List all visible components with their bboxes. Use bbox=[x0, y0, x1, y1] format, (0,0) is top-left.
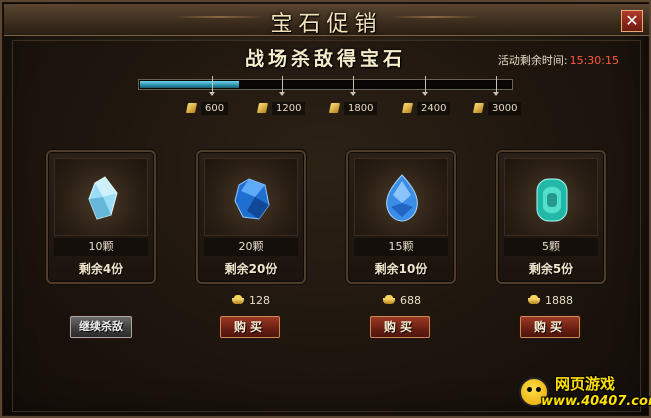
progress-fill bbox=[140, 81, 239, 88]
blue-drop-gem-icon bbox=[386, 174, 418, 222]
kill-token-icon bbox=[257, 102, 268, 114]
window-title: 宝石促销 bbox=[270, 12, 383, 37]
gold-ingot-icon bbox=[381, 294, 397, 306]
price-value: 128 bbox=[249, 293, 270, 307]
milestone-3000: 3000 bbox=[473, 101, 522, 115]
price-tag-3: 688 bbox=[381, 293, 421, 307]
gold-ingot-icon bbox=[526, 294, 542, 306]
remaining-stock: 剩余10份 bbox=[374, 262, 428, 276]
remaining-stock: 剩余20份 bbox=[224, 262, 278, 276]
progress-tick-600 bbox=[209, 76, 215, 96]
milestone-2400: 2400 bbox=[402, 101, 451, 115]
milestone-label: 1200 bbox=[272, 101, 306, 115]
remaining-stock: 剩余4份 bbox=[78, 262, 124, 276]
gem-count: 5颗 bbox=[504, 238, 598, 256]
title-ornament-right bbox=[389, 16, 479, 18]
buy-button-2[interactable]: 购买 bbox=[220, 316, 280, 338]
progress-tick-1800 bbox=[350, 76, 356, 96]
progress-tick-3000 bbox=[493, 76, 499, 96]
kill-token-icon bbox=[402, 102, 413, 114]
buy-button-3[interactable]: 购买 bbox=[370, 316, 430, 338]
gold-ingot-icon bbox=[230, 294, 246, 306]
kill-token-icon bbox=[473, 102, 484, 114]
progress-tick-1200 bbox=[279, 76, 285, 96]
gem-card-3: 15颗 剩余10份 bbox=[346, 150, 456, 284]
price-tag-4: 1888 bbox=[526, 293, 573, 307]
price-value: 688 bbox=[400, 293, 421, 307]
buy-button-4[interactable]: 购买 bbox=[520, 316, 580, 338]
close-button[interactable]: ✕ bbox=[621, 10, 643, 32]
watermark-url: www.40407.com bbox=[541, 394, 651, 409]
gem-card-2: 20颗 剩余20份 bbox=[196, 150, 306, 284]
gem-count: 20颗 bbox=[204, 238, 298, 256]
gem-count: 15颗 bbox=[354, 238, 448, 256]
emerald-gem-icon bbox=[536, 178, 568, 222]
milestone-label: 1800 bbox=[344, 101, 378, 115]
milestone-label: 3000 bbox=[488, 101, 522, 115]
title-bar: 宝石促销 ✕ bbox=[4, 4, 649, 37]
milestone-1200: 1200 bbox=[257, 101, 306, 115]
timer-label: 活动剩余时间: bbox=[497, 54, 568, 67]
remaining-stock: 剩余5份 bbox=[528, 262, 574, 276]
gem-art bbox=[504, 158, 598, 236]
sapphire-gem-icon bbox=[234, 178, 270, 220]
price-tag-2: 128 bbox=[230, 293, 270, 307]
gem-art bbox=[354, 158, 448, 236]
price-value: 1888 bbox=[545, 293, 573, 307]
site-watermark: 网页游戏 www.40407.com bbox=[519, 371, 651, 415]
kill-progress-bar bbox=[138, 76, 513, 96]
milestone-600: 600 bbox=[186, 101, 229, 115]
gem-card-4: 5颗 剩余5份 bbox=[496, 150, 606, 284]
milestone-label: 2400 bbox=[417, 101, 451, 115]
gem-count: 10颗 bbox=[54, 238, 148, 256]
watermark-title: 网页游戏 bbox=[555, 375, 616, 393]
gem-art bbox=[204, 158, 298, 236]
continue-fighting-button[interactable]: 继续杀敌 bbox=[70, 316, 132, 338]
gem-card-1: 10颗 剩余4份 bbox=[46, 150, 156, 284]
progress-tick-2400 bbox=[422, 76, 428, 96]
milestone-label: 600 bbox=[201, 101, 229, 115]
gem-art bbox=[54, 158, 148, 236]
kill-token-icon bbox=[329, 102, 340, 114]
kill-token-icon bbox=[186, 102, 197, 114]
milestone-1800: 1800 bbox=[329, 101, 378, 115]
countdown-timer: 活动剩余时间: 15:30:15 bbox=[498, 52, 619, 68]
crystal-gem-icon bbox=[88, 176, 118, 220]
timer-value: 15:30:15 bbox=[569, 54, 619, 67]
